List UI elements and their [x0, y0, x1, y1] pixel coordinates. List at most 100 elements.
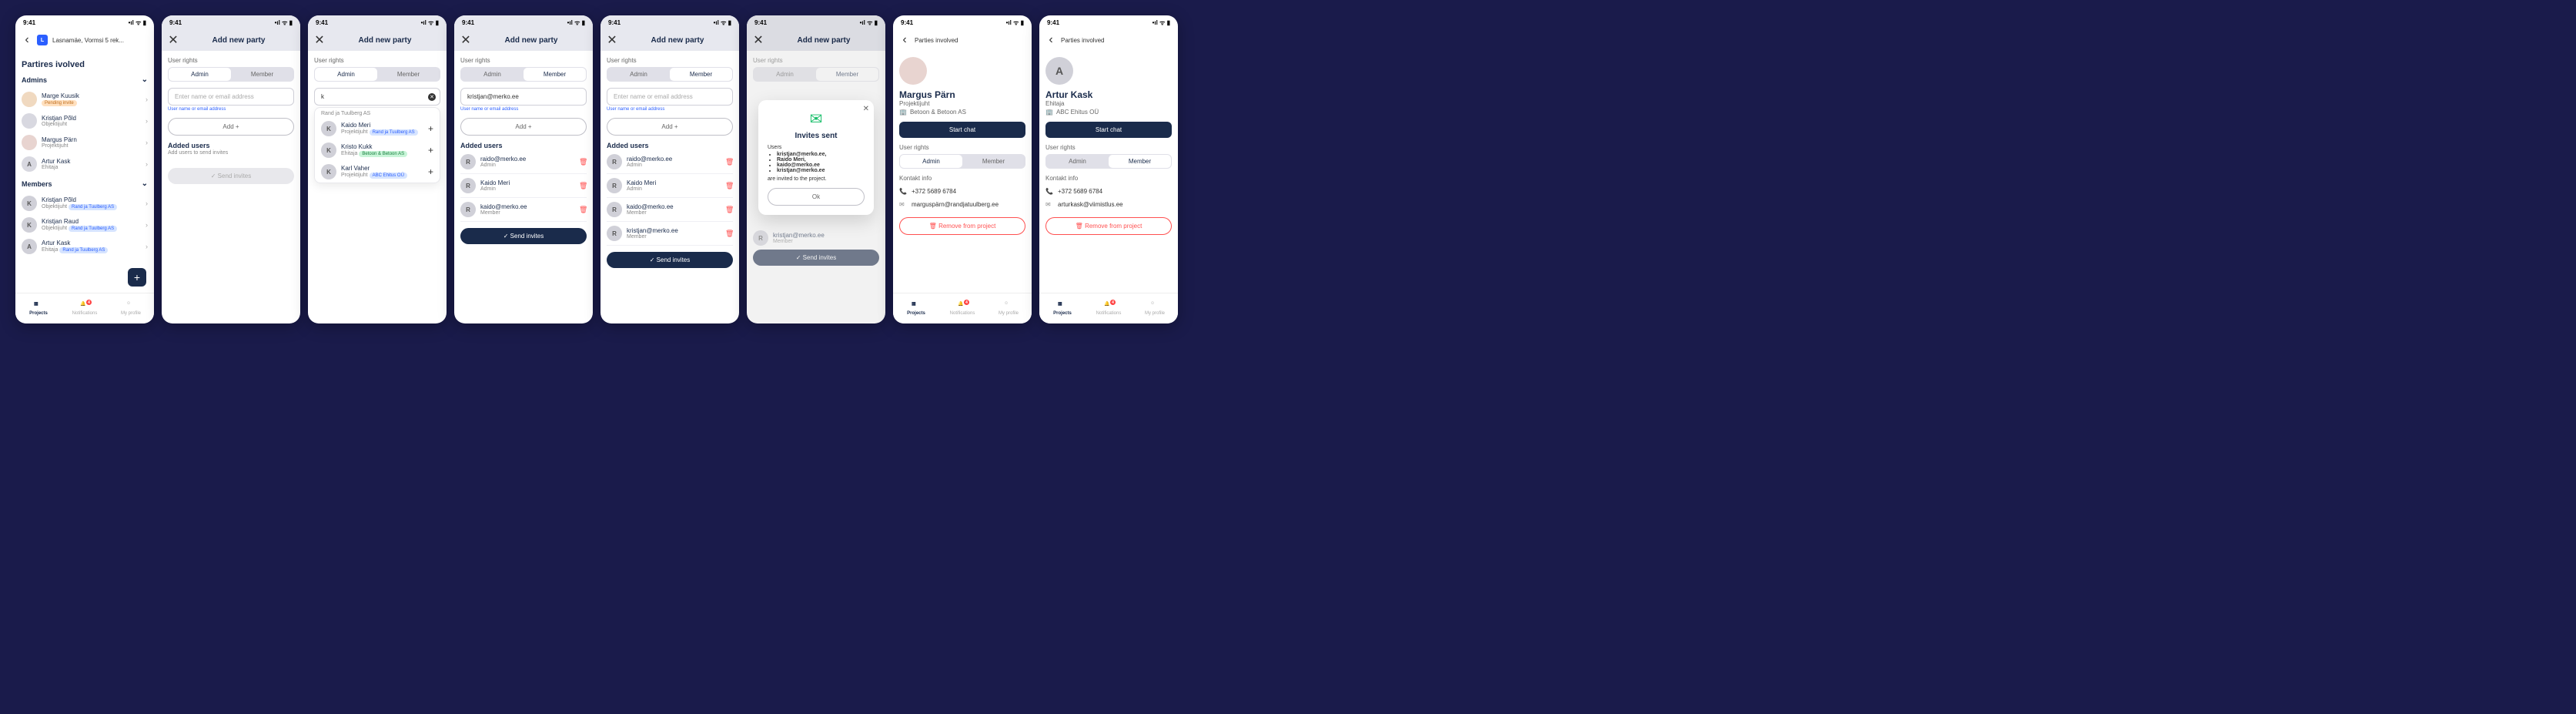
seg-member[interactable]: Member	[1109, 155, 1171, 168]
company-icon: 🏢	[899, 109, 907, 116]
dropdown-item[interactable]: K Kristo KukkEhitaja Betoon & Betoon AS …	[315, 139, 440, 161]
user-email: Kaido Meri	[480, 179, 574, 186]
collapse-admins[interactable]: ⌄	[142, 75, 148, 84]
chevron-right-icon[interactable]: ›	[146, 139, 148, 146]
nav-projects[interactable]: ▦Projects	[893, 293, 939, 323]
seg-member[interactable]: Member	[670, 68, 732, 81]
remove-from-project-button[interactable]: 🗑 Remove from project	[1045, 217, 1172, 235]
avatar: K	[22, 196, 37, 211]
delete-user-icon[interactable]: 🗑	[725, 230, 733, 237]
nav-notifications[interactable]: 🔔4Notifications	[62, 293, 108, 323]
back-button[interactable]: ‹	[899, 35, 910, 45]
remove-from-project-button[interactable]: 🗑 Remove from project	[899, 217, 1025, 235]
seg-member[interactable]: Member	[231, 68, 293, 81]
delete-user-icon[interactable]: 🗑	[725, 158, 733, 166]
start-chat-button[interactable]: Start chat	[899, 122, 1025, 138]
add-button[interactable]: Add +	[607, 118, 733, 136]
phone-value[interactable]: +372 5689 6784	[912, 188, 956, 195]
avatar: R	[607, 226, 622, 241]
person-row[interactable]: Margus PärnProjektijuht ›	[22, 132, 148, 153]
person-name: Kristjan Põld	[42, 196, 141, 203]
person-row[interactable]: Kristjan PõldObjektijuht ›	[22, 110, 148, 132]
person-row[interactable]: Marge KuusikPending invite ›	[22, 89, 148, 110]
dropdown-item[interactable]: K Kaido MeriProjektijuht Rand ja Tuulber…	[315, 118, 440, 139]
send-invites-button[interactable]: ✓ Send invites	[460, 228, 587, 244]
nav-notifications[interactable]: 🔔4Notifications	[939, 293, 985, 323]
seg-member[interactable]: Member	[962, 155, 1025, 168]
avatar: R	[460, 202, 476, 217]
chevron-right-icon[interactable]: ›	[146, 117, 148, 125]
add-button[interactable]: Add +	[168, 118, 294, 136]
name-email-input[interactable]	[607, 88, 733, 106]
person-row[interactable]: A Artur KaskEhitaja Rand ja Tuulberg AS …	[22, 236, 148, 257]
nav-profile[interactable]: ☺My profile	[985, 293, 1032, 323]
email-value[interactable]: marguspärn@randjatuulberg.ee	[912, 201, 999, 208]
person-subtitle: Pending invite	[42, 99, 141, 106]
back-button[interactable]: ‹	[22, 35, 32, 45]
chevron-right-icon[interactable]: ›	[146, 96, 148, 103]
delete-user-icon[interactable]: 🗑	[579, 206, 587, 213]
added-users-header: Added users	[168, 142, 294, 149]
modal-ok-button[interactable]: Ok	[768, 188, 865, 206]
back-button[interactable]: ‹	[1045, 35, 1056, 45]
person-row[interactable]: K Kristjan PõldObjektijuht Rand ja Tuulb…	[22, 193, 148, 214]
nav-notifications[interactable]: 🔔4Notifications	[1086, 293, 1132, 323]
chevron-right-icon[interactable]: ›	[146, 160, 148, 168]
delete-user-icon[interactable]: 🗑	[725, 182, 733, 189]
close-button[interactable]: ✕	[314, 35, 325, 45]
seg-admin[interactable]: Admin	[169, 68, 231, 81]
add-user-icon[interactable]: +	[428, 123, 433, 134]
nav-profile[interactable]: ☺My profile	[108, 293, 154, 323]
modal-close-icon[interactable]: ✕	[863, 105, 869, 113]
add-button[interactable]: Add +	[460, 118, 587, 136]
dropdown-item[interactable]: K Karl VaherProjektijuht ABC Ehitus OÜ +	[315, 161, 440, 183]
user-role: Admin	[480, 186, 574, 192]
name-email-input[interactable]	[168, 88, 294, 106]
person-name: Marge Kuusik	[42, 92, 141, 99]
email-value[interactable]: arturkask@viimistlus.ee	[1058, 201, 1123, 208]
chevron-right-icon[interactable]: ›	[146, 221, 148, 229]
person-row[interactable]: K Kristjan RaudObjektijuht Rand ja Tuulb…	[22, 214, 148, 236]
breadcrumb[interactable]: Lasnamäe, Vormsi 5 rek...	[52, 37, 124, 44]
phone-value[interactable]: +372 5689 6784	[1058, 188, 1102, 195]
project-badge: L	[37, 35, 48, 45]
start-chat-button[interactable]: Start chat	[1045, 122, 1172, 138]
delete-user-icon[interactable]: 🗑	[725, 206, 733, 213]
seg-member[interactable]: Member	[524, 68, 586, 81]
rights-segment[interactable]: AdminMember	[168, 67, 294, 82]
add-user-icon[interactable]: +	[428, 145, 433, 156]
profile-company: ABC Ehitus OÜ	[1056, 109, 1099, 116]
seg-admin[interactable]: Admin	[1046, 155, 1109, 168]
avatar	[22, 113, 37, 129]
collapse-members[interactable]: ⌄	[142, 179, 148, 188]
name-email-input[interactable]	[314, 88, 440, 106]
add-party-fab[interactable]: +	[128, 268, 146, 287]
seg-member[interactable]: Member	[377, 68, 440, 81]
chevron-right-icon[interactable]: ›	[146, 243, 148, 250]
delete-user-icon[interactable]: 🗑	[579, 158, 587, 166]
user-email: raido@merko.ee	[627, 156, 721, 163]
nav-profile[interactable]: ☺My profile	[1132, 293, 1178, 323]
chevron-right-icon[interactable]: ›	[146, 199, 148, 207]
close-button[interactable]: ✕	[607, 35, 617, 45]
seg-admin[interactable]: Admin	[607, 68, 670, 81]
notification-badge: 4	[964, 300, 969, 305]
profile-role: Ehitaja	[1045, 100, 1172, 107]
person-row[interactable]: A Artur KaskEhitaja ›	[22, 153, 148, 175]
contact-info-label: Kontakt info	[899, 175, 1025, 182]
send-invites-button[interactable]: ✓ Send invites	[607, 252, 733, 268]
delete-user-icon[interactable]: 🗑	[579, 182, 587, 189]
seg-admin[interactable]: Admin	[461, 68, 524, 81]
seg-admin[interactable]: Admin	[900, 155, 962, 168]
seg-admin[interactable]: Admin	[315, 68, 377, 81]
user-role: Admin	[627, 163, 721, 168]
close-button[interactable]: ✕	[460, 35, 471, 45]
clear-input-icon[interactable]: ✕	[428, 93, 436, 101]
close-button[interactable]: ✕	[168, 35, 179, 45]
nav-projects[interactable]: ▦Projects	[15, 293, 62, 323]
nav-projects[interactable]: ▦Projects	[1039, 293, 1086, 323]
back-label[interactable]: Parties involved	[915, 37, 958, 44]
add-user-icon[interactable]: +	[428, 166, 433, 177]
name-email-input[interactable]	[460, 88, 587, 106]
user-role: Admin	[480, 163, 574, 168]
